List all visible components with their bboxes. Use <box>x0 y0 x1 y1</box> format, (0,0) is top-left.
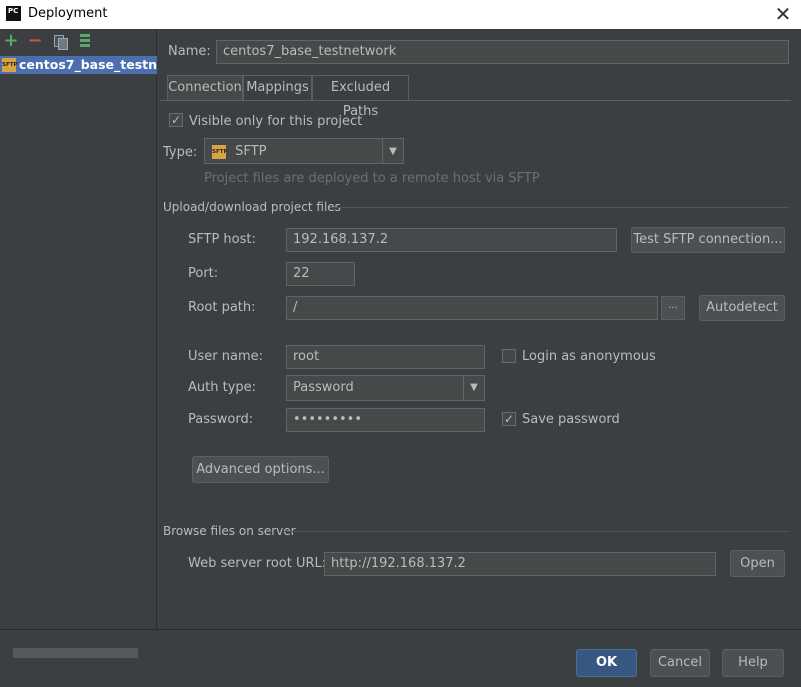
sftp-host-label: SFTP host: <box>188 232 256 247</box>
name-label: Name: <box>168 44 211 59</box>
save-password-label: Save password <box>522 412 620 427</box>
type-label: Type: <box>163 145 198 160</box>
app-icon: PC <box>6 6 21 21</box>
root-path-field[interactable]: / <box>286 296 658 320</box>
name-field[interactable]: centos7_base_testnetwork <box>216 40 789 64</box>
use-as-default-icon[interactable] <box>77 33 93 49</box>
port-label: Port: <box>188 266 219 281</box>
port-field[interactable]: 22 <box>286 262 355 286</box>
upload-section-separator <box>330 207 789 208</box>
server-list-panel: + − SFTP centos7_base_testnetwork <box>0 29 157 658</box>
web-root-field[interactable]: http://192.168.137.2 <box>324 552 716 576</box>
advanced-options-button[interactable]: Advanced options... <box>192 456 329 483</box>
remove-icon[interactable]: − <box>27 32 43 50</box>
open-button[interactable]: Open <box>730 550 785 577</box>
type-combo[interactable]: SFTP SFTP ▼ <box>204 138 404 164</box>
sftp-icon: SFTP <box>2 58 18 72</box>
close-icon[interactable]: ✕ <box>771 2 795 26</box>
password-field[interactable]: ••••••••• <box>286 408 485 432</box>
auth-type-value: Password <box>293 380 354 395</box>
upload-section-title: Upload/download project files <box>163 200 341 214</box>
title-bar: PC Deployment ✕ <box>0 0 801 29</box>
tab-connection[interactable]: Connection <box>167 75 243 100</box>
window-title: Deployment <box>28 6 108 21</box>
chevron-down-icon: ▼ <box>382 139 403 163</box>
chevron-down-icon: ▼ <box>463 376 484 400</box>
visible-only-checkbox[interactable]: ✓ <box>169 113 183 127</box>
type-value: SFTP <box>235 144 267 159</box>
sftp-icon: SFTP <box>212 144 228 159</box>
login-anonymous-checkbox[interactable] <box>502 349 516 363</box>
cancel-button[interactable]: Cancel <box>650 649 710 677</box>
help-button[interactable]: Help <box>722 649 784 677</box>
tab-underline <box>160 100 791 101</box>
visible-only-label: Visible only for this project <box>189 114 363 129</box>
tab-excluded-paths[interactable]: Excluded Paths <box>312 75 409 119</box>
user-name-label: User name: <box>188 349 264 364</box>
browse-button[interactable]: ... <box>661 296 685 320</box>
save-password-checkbox[interactable]: ✓ <box>502 412 516 426</box>
server-list-item[interactable]: SFTP centos7_base_testnetwork <box>0 56 157 74</box>
login-anonymous-label: Login as anonymous <box>522 349 656 364</box>
sftp-host-field[interactable]: 192.168.137.2 <box>286 228 617 252</box>
test-connection-button[interactable]: Test SFTP connection... <box>631 227 785 253</box>
browse-section-title: Browse files on server <box>163 524 296 538</box>
type-hint: Project files are deployed to a remote h… <box>204 171 540 186</box>
browse-section-separator <box>283 531 789 532</box>
root-path-label: Root path: <box>188 300 256 315</box>
user-name-field[interactable]: root <box>286 345 485 369</box>
web-root-label: Web server root URL: <box>188 556 327 571</box>
horizontal-scrollbar[interactable] <box>13 648 138 658</box>
ok-button[interactable]: OK <box>576 649 637 677</box>
password-label: Password: <box>188 412 254 427</box>
tab-mappings[interactable]: Mappings <box>243 75 312 100</box>
copy-icon[interactable] <box>52 33 68 50</box>
footer-separator <box>0 629 801 630</box>
autodetect-button[interactable]: Autodetect <box>699 295 785 321</box>
auth-type-combo[interactable]: Password ▼ <box>286 375 485 401</box>
add-icon[interactable]: + <box>3 32 19 50</box>
auth-type-label: Auth type: <box>188 380 257 395</box>
server-item-label: centos7_base_testnetwork <box>19 57 157 72</box>
